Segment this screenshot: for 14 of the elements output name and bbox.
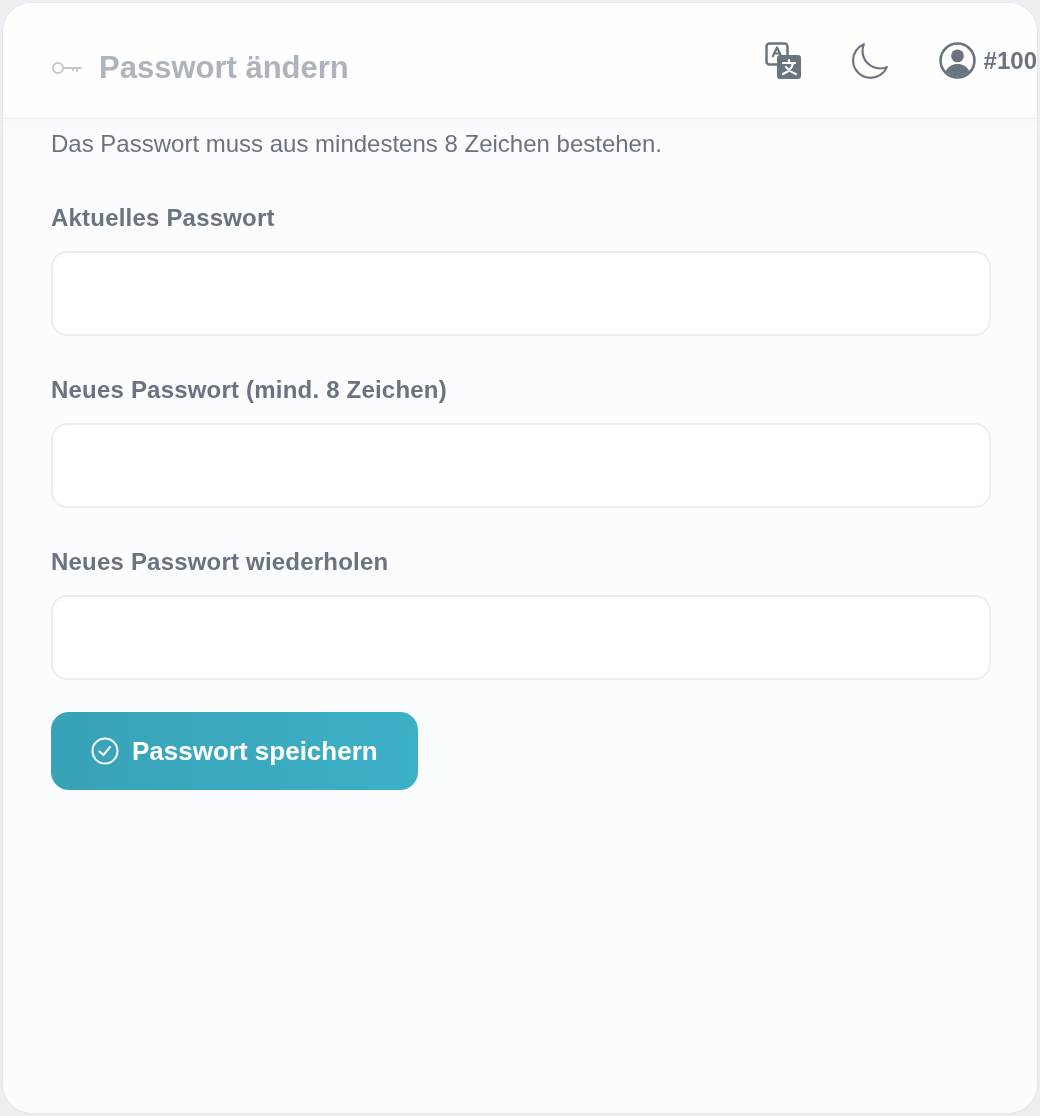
field-label: Neues Passwort wiederholen	[51, 548, 390, 576]
user-circle-icon	[938, 42, 976, 79]
translate-icon	[764, 42, 801, 79]
language-button[interactable]	[764, 41, 801, 80]
key-icon	[51, 59, 83, 76]
field-label: Neues Passwort (mind. 8 Zeichen)	[51, 376, 448, 404]
field-label: Aktuelles Passwort	[51, 204, 276, 232]
account-button[interactable]: #100	[938, 41, 1037, 80]
description-text: Das Passwort muss aus mindestens 8 Zeichen bestehen.	[51, 129, 663, 159]
dark-mode-button[interactable]	[851, 41, 888, 80]
page-title: Passwort ändern	[99, 49, 349, 86]
save-password-button[interactable]: Passwort speichern	[51, 712, 418, 790]
moon-icon	[851, 42, 888, 79]
check-circle-icon	[91, 737, 119, 765]
